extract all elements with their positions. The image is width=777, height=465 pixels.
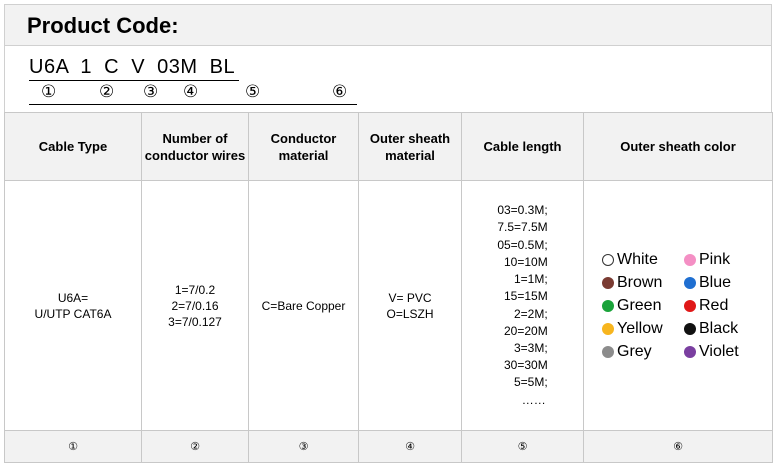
column-header-conductor-wires: Number of conductor wires (141, 112, 249, 181)
color-option-violet: Violet (684, 341, 754, 362)
color-option-yellow: Yellow (602, 318, 684, 339)
length-option: 05=0.5M; (497, 237, 548, 252)
code-marker-3: ③ (143, 82, 159, 102)
cable-length-cell: 03=0.3M; 7.5=7.5M 05=0.5M; 10=10M 1=1M; … (461, 180, 584, 431)
column-header-sheath-color: Outer sheath color (583, 112, 773, 181)
color-label: Green (617, 296, 662, 314)
length-option: 3=3M; (514, 340, 548, 355)
markers-underline (29, 104, 357, 105)
color-label: Blue (699, 273, 732, 291)
code-string: U6A 1 C V 03M BL (29, 56, 236, 78)
conductor-wires-cell: 1=7/0.2 2=7/0.16 3=7/0.127 (141, 180, 249, 431)
conductor-wire-option: 2=7/0.16 (171, 298, 219, 313)
length-option: 15=15M (503, 289, 548, 304)
footer-marker-4: ④ (358, 430, 462, 463)
length-option: 30=30M (503, 358, 548, 373)
code-marker-1: ① (41, 82, 57, 102)
color-swatch-icon (684, 345, 696, 358)
footer-marker-3: ③ (248, 430, 359, 463)
footer-marker-row: ① ② ③ ④ ⑤ ⑥ (4, 430, 773, 463)
cable-type-line: U6A= (57, 290, 89, 305)
column-header-cable-type: Cable Type (4, 112, 142, 181)
table-header-row: Cable Type Number of conductor wires Con… (4, 112, 773, 181)
code-underline (29, 80, 239, 81)
color-label: Grey (617, 342, 652, 360)
color-option-brown: Brown (602, 272, 684, 293)
code-marker-6: ⑥ (332, 82, 348, 102)
color-swatch-icon (602, 345, 614, 358)
spec-table: Cable Type Number of conductor wires Con… (4, 112, 773, 463)
length-list: 03=0.3M; 7.5=7.5M 05=0.5M; 10=10M 1=1M; … (497, 202, 547, 408)
color-label: Yellow (617, 319, 663, 337)
color-option-grey: Grey (602, 341, 684, 362)
column-header-conductor-material: Conductor material (248, 112, 359, 181)
color-swatch-icon (684, 322, 696, 335)
conductor-wire-option: 3=7/0.127 (168, 314, 222, 329)
color-swatch-icon (602, 299, 614, 312)
color-swatch-icon (602, 322, 614, 335)
product-code-sheet: Product Code: U6A 1 C V 03M BL ① ② ③ ④ ⑤… (0, 0, 777, 465)
footer-marker-1: ① (4, 430, 142, 463)
color-label: White (617, 250, 658, 268)
column-header-cable-length: Cable length (461, 112, 584, 181)
length-option: 03=0.3M; (497, 203, 548, 218)
color-grid: White Pink Brown Blue Green Red Yellow Black Gre… (602, 249, 754, 362)
color-option-blue: Blue (684, 272, 754, 293)
color-swatch-icon (684, 299, 696, 312)
cable-type-cell: U6A= U/UTP CAT6A (4, 180, 142, 431)
sheath-color-cell: White Pink Brown Blue Green Red Yellow Black Gre… (583, 180, 773, 431)
color-swatch-icon (602, 253, 614, 266)
color-label: Black (699, 319, 739, 337)
conductor-material-cell: C=Bare Copper (248, 180, 359, 431)
code-marker-2: ② (99, 82, 115, 102)
code-marker-5: ⑤ (245, 82, 261, 102)
footer-marker-5: ⑤ (461, 430, 584, 463)
length-option: 5=5M; (514, 375, 548, 390)
length-option: 1=1M; (514, 272, 548, 287)
color-option-black: Black (684, 318, 754, 339)
title-bar: Product Code: (4, 4, 772, 46)
color-option-white: White (602, 249, 684, 270)
color-swatch-icon (684, 276, 696, 289)
page-title: Product Code: (27, 13, 179, 38)
length-option: 20=20M (503, 323, 548, 338)
footer-marker-2: ② (141, 430, 249, 463)
length-option: 10=10M (503, 254, 548, 269)
cable-type-line: U/UTP CAT6A (34, 306, 112, 321)
color-option-green: Green (602, 295, 684, 316)
length-more-ellipsis: …… (521, 392, 546, 407)
length-option: 2=2M; (514, 306, 548, 321)
sheath-material-option: O=LSZH (386, 306, 434, 321)
code-marker-4: ④ (183, 82, 199, 102)
footer-marker-6: ⑥ (583, 430, 773, 463)
color-swatch-icon (684, 253, 696, 266)
color-label: Violet (699, 342, 739, 360)
color-swatch-icon (602, 276, 614, 289)
color-label: Pink (699, 250, 731, 268)
table-row: U6A= U/UTP CAT6A 1=7/0.2 2=7/0.16 3=7/0.… (4, 180, 773, 431)
length-option: 7.5=7.5M (497, 220, 548, 235)
color-option-red: Red (684, 295, 754, 316)
sheath-material-cell: V= PVC O=LSZH (358, 180, 462, 431)
product-code-example: U6A 1 C V 03M BL ① ② ③ ④ ⑤ ⑥ (4, 46, 772, 112)
column-header-sheath-material: Outer sheath material (358, 112, 462, 181)
conductor-wire-option: 1=7/0.2 (174, 282, 216, 297)
color-option-pink: Pink (684, 249, 754, 270)
color-label: Brown (617, 273, 663, 291)
sheath-material-option: V= PVC (388, 290, 432, 305)
color-label: Red (699, 296, 729, 314)
